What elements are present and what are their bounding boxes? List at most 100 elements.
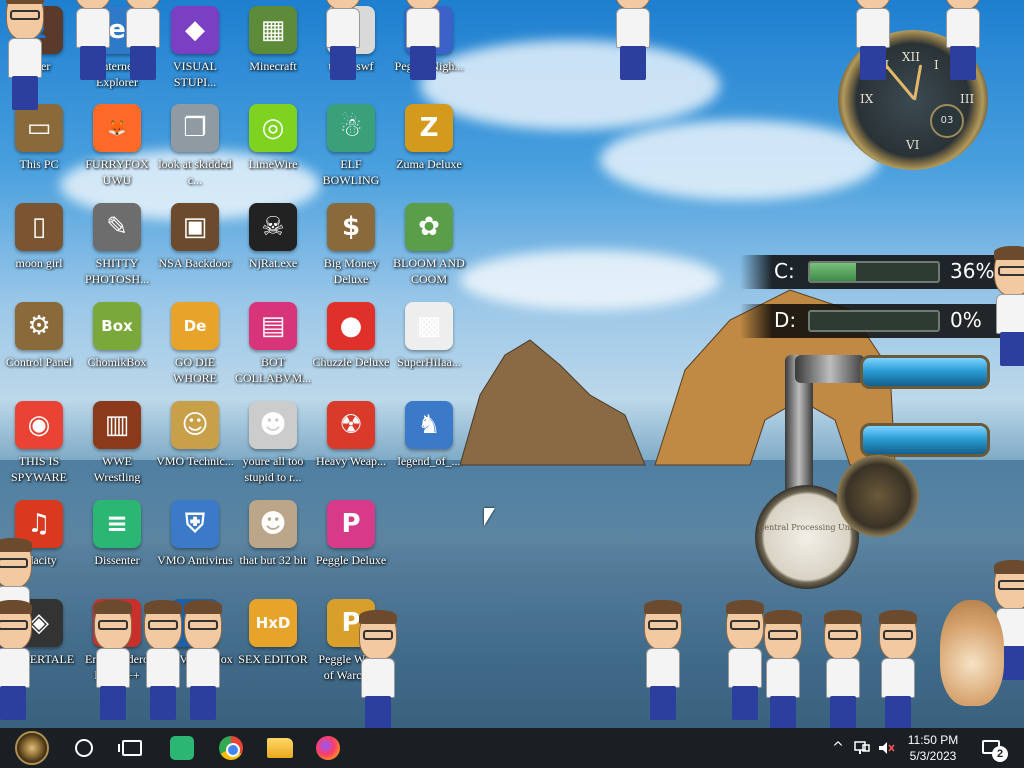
person-hair xyxy=(644,600,682,614)
cartoon-person-sticker xyxy=(760,610,806,730)
pixel-cat-icon: ▩ xyxy=(405,302,453,350)
clock-numeral: VI xyxy=(906,138,920,152)
elf-bowling-icon: ☃ xyxy=(327,104,375,152)
taskbar-app-firefox[interactable] xyxy=(304,728,352,768)
desktop-icon[interactable]: ▣ NSA Backdoor xyxy=(156,197,234,293)
desktop-icon[interactable]: ◆ VISUAL STUPI... xyxy=(156,0,234,96)
desktop-icon[interactable]: ▭ This PC xyxy=(0,98,78,194)
cartoon-person-sticker xyxy=(640,600,686,720)
person-glasses xyxy=(648,620,678,630)
desktop-icon[interactable]: ☺ VMO Technic... xyxy=(156,395,234,491)
person-legs xyxy=(330,46,356,80)
cartoon-person-sticker xyxy=(355,610,401,730)
desktop-icon[interactable]: ❐ look at skidded c... xyxy=(156,98,234,194)
desktop-icon[interactable]: ✿ BLOOM AND COOM xyxy=(390,197,468,293)
person-hair xyxy=(726,600,764,614)
person-glasses xyxy=(188,620,218,630)
person-shirt xyxy=(856,8,890,48)
cartoon-person-sticker xyxy=(850,0,896,80)
desktop-icon[interactable]: ◉ THIS IS SPYWARE xyxy=(0,395,78,491)
action-center-button[interactable]: 2 xyxy=(980,736,1008,762)
desktop-icon-label: NSA Backdoor xyxy=(158,256,232,270)
meter-tube xyxy=(860,423,990,457)
desktop-icon[interactable]: ♞ legend_of_... xyxy=(390,395,468,491)
drive-letter: D: xyxy=(774,308,797,332)
taskbar-app-file-explorer[interactable] xyxy=(256,728,304,768)
desktop-icon[interactable]: 🦊 FURRYFOX UWU xyxy=(78,98,156,194)
minecraft-icon: ▦ xyxy=(249,6,297,54)
chomikbox-icon: Box xyxy=(93,302,141,350)
person-shirt xyxy=(766,658,800,698)
this-pc-icon: ▭ xyxy=(15,104,63,152)
chevron-up-icon: ^ xyxy=(832,740,844,756)
person-legs xyxy=(830,696,856,730)
cartoon-person-sticker xyxy=(320,0,366,80)
cartoon-person-sticker xyxy=(120,0,166,80)
cloud xyxy=(600,120,880,200)
desktop-icon[interactable]: ◎ LimeWire xyxy=(234,98,312,194)
taskbar-clock[interactable]: 11:50 PM 5/3/2023 xyxy=(898,732,968,764)
desktop-icon[interactable]: ● Chuzzle Deluxe xyxy=(312,296,390,392)
network-button[interactable] xyxy=(850,728,874,768)
desktop-icon[interactable]: ▦ Minecraft xyxy=(234,0,312,96)
search-button[interactable] xyxy=(60,728,108,768)
desktop-icon[interactable]: ▯ moon girl xyxy=(0,197,78,293)
drive-usage-fill xyxy=(810,263,857,281)
desktop-icon[interactable]: ≡ Dissenter xyxy=(78,494,156,590)
person-glasses xyxy=(730,620,760,630)
search-icon xyxy=(75,739,93,757)
person-legs xyxy=(410,46,436,80)
clock-numeral: IX xyxy=(860,92,874,106)
desktop-icon[interactable]: ⛨ VMO Antivirus xyxy=(156,494,234,590)
desktop-icon[interactable]: ☻ youre all too stupid to r... xyxy=(234,395,312,491)
gimp-icon: ✎ xyxy=(93,203,141,251)
steampunk-meter-gadget[interactable]: Central Processing Unit xyxy=(745,345,1005,615)
taskbar-date: 5/3/2023 xyxy=(909,749,957,763)
desktop-icon-label: SuperHiIaa... xyxy=(397,355,461,369)
collabvm-icon: ▤ xyxy=(249,302,297,350)
drive-meter-c[interactable]: C: 36% xyxy=(740,255,1008,289)
person-legs xyxy=(0,686,26,720)
desktop-icon-label: VMO Antivirus xyxy=(157,553,233,567)
clock-sub-dial-label: 03 xyxy=(940,115,954,126)
drawing-icon: ☻ xyxy=(249,401,297,449)
desktop-icon[interactable]: ☢ Heavy Weap... xyxy=(312,395,390,491)
cartoon-person-sticker xyxy=(0,600,36,720)
desktop-icon[interactable]: ✎ SHITTY PHOTOSH... xyxy=(78,197,156,293)
desktop-icon[interactable]: ⚙ Control Panel xyxy=(0,296,78,392)
desktop-icon-label: FURRYFOX UWU xyxy=(85,157,149,187)
start-button[interactable] xyxy=(8,728,56,768)
desktop-icon[interactable]: Z Zuma Deluxe xyxy=(390,98,468,194)
drive-usage-bar xyxy=(808,261,940,283)
person-shirt xyxy=(326,8,360,48)
task-view-button[interactable] xyxy=(108,728,156,768)
taskbar-app-dissenter[interactable] xyxy=(158,728,206,768)
desktop-icon-label: Peggle Deluxe xyxy=(315,553,387,567)
desktop-icon[interactable]: ▩ SuperHiIaa... xyxy=(390,296,468,392)
desktop-icon[interactable]: ▥ WWE Wrestling xyxy=(78,395,156,491)
desktop-icon[interactable]: P Peggle Deluxe xyxy=(312,494,390,590)
desktop-icon[interactable]: HxD SEX EDITOR xyxy=(234,593,312,689)
desktop-icon-label: BLOOM AND COOM xyxy=(393,256,465,286)
tray-overflow-button[interactable]: ^ xyxy=(826,728,850,768)
person-hair xyxy=(994,246,1024,260)
volume-button[interactable] xyxy=(874,728,898,768)
person-shirt xyxy=(881,658,915,698)
clock-numeral: III xyxy=(960,92,975,106)
desktop-icon-label: SHITTY PHOTOSH... xyxy=(84,256,150,286)
desktop-icon[interactable]: ▤ BOT COLLABVM... xyxy=(234,296,312,392)
desktop-icon-label: that but 32 bit xyxy=(239,553,307,567)
desktop-icon[interactable]: ☻ that but 32 bit xyxy=(234,494,312,590)
taskbar-app-chrome[interactable] xyxy=(207,728,255,768)
desktop-icon[interactable]: $ Big Money Deluxe xyxy=(312,197,390,293)
desktop-icon[interactable]: ☠ NjRat.exe xyxy=(234,197,312,293)
firefox-taskbar-icon xyxy=(316,736,340,760)
person-legs xyxy=(650,686,676,720)
desktop-icon[interactable]: Box ChomikBox xyxy=(78,296,156,392)
person-hair xyxy=(94,600,132,614)
drive-meter-d[interactable]: D: 0% xyxy=(740,304,1008,338)
cartoon-person-sticker xyxy=(70,0,116,80)
zuma-deluxe-icon: Z xyxy=(405,104,453,152)
desktop-icon[interactable]: ☃ ELF BOWLING xyxy=(312,98,390,194)
desktop-icon[interactable]: De GO DIE WHORE xyxy=(156,296,234,392)
